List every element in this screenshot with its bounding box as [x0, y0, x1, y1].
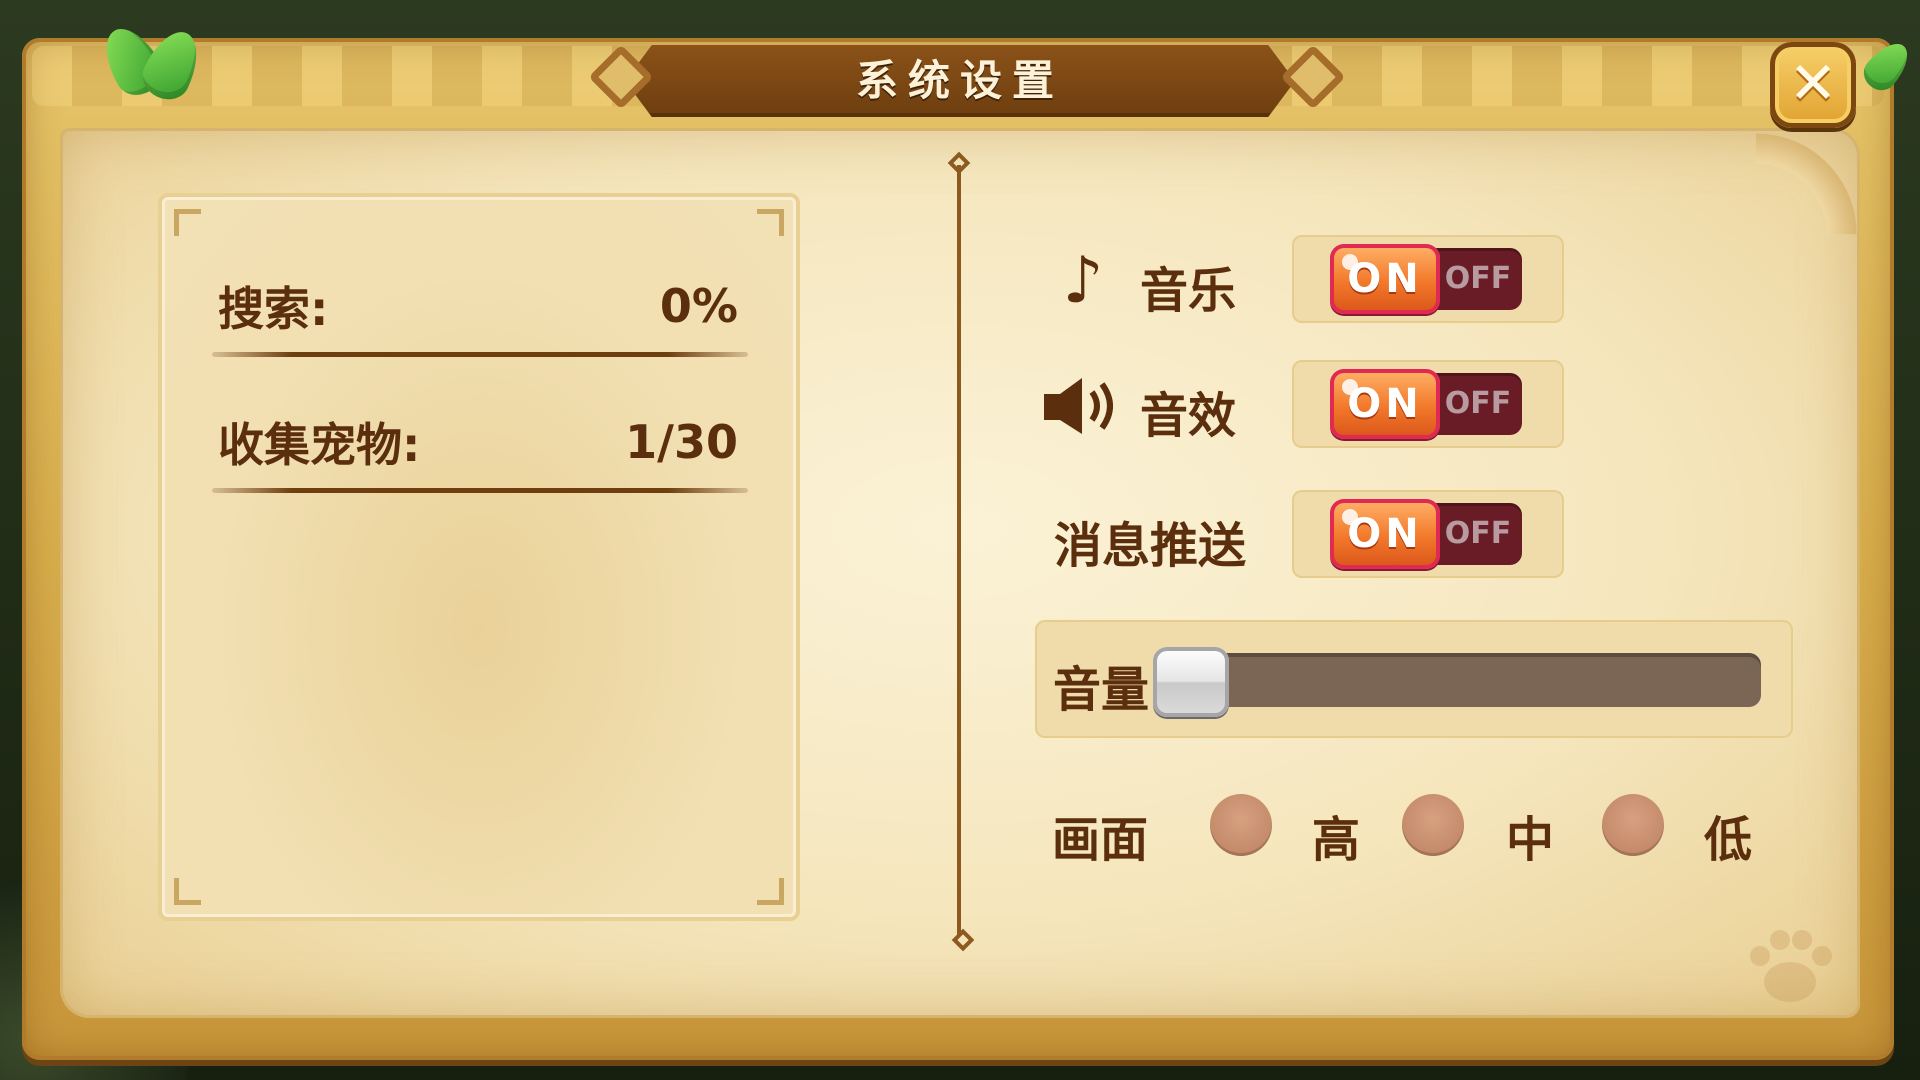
stat-label: 收集宠物: [218, 418, 421, 472]
stat-row-pets: 收集宠物: 1/30 [212, 403, 748, 493]
volume-slider-thumb[interactable] [1153, 647, 1229, 717]
volume-panel: 音量 [1035, 620, 1793, 738]
vertical-divider [957, 165, 961, 935]
toggle-container: ON OFF [1292, 490, 1564, 578]
toggle-container: ON OFF [1292, 360, 1564, 448]
music-toggle[interactable]: ON OFF [1330, 244, 1522, 314]
game-background: 系统设置 ✕ 搜索: 0% 收集宠物: 1/30 ♪ 音乐 ON OFF 音效 … [0, 0, 1920, 1080]
graphics-option-label: 中 [1506, 812, 1555, 868]
graphics-high-radio[interactable] [1210, 794, 1272, 856]
paw-print-icon [1750, 930, 1832, 1002]
music-note-icon: ♪ [1062, 244, 1104, 318]
panel-corner [757, 878, 784, 905]
dialog-title: 系统设置 [855, 56, 1064, 105]
stat-row-search: 搜索: 0% [212, 267, 748, 357]
volume-label: 音量 [1053, 662, 1150, 718]
toggle-off-label: OFF [1444, 386, 1512, 421]
close-button[interactable]: ✕ [1770, 42, 1856, 128]
speaker-icon [1044, 378, 1113, 434]
stat-value: 0% [659, 279, 738, 333]
toggle-off-label: OFF [1444, 516, 1512, 551]
stat-label: 搜索: [218, 282, 329, 336]
setting-row-music: ♪ 音乐 ON OFF [1040, 235, 1570, 327]
graphics-label: 画面 [1052, 812, 1149, 868]
setting-row-sound: 音效 ON OFF [1040, 360, 1570, 452]
toggle-container: ON OFF [1292, 235, 1564, 323]
stats-panel: 搜索: 0% 收集宠物: 1/30 [158, 193, 800, 921]
toggle-on-label: ON [1330, 244, 1440, 314]
toggle-on-label: ON [1330, 369, 1440, 439]
graphics-medium-radio[interactable] [1402, 794, 1464, 856]
panel-corner [757, 209, 784, 236]
graphics-low-radio[interactable] [1602, 794, 1664, 856]
panel-corner [174, 209, 201, 236]
toggle-on-label: ON [1330, 499, 1440, 569]
push-toggle[interactable]: ON OFF [1330, 499, 1522, 569]
volume-slider[interactable] [1153, 647, 1761, 717]
divider [212, 352, 748, 357]
stat-value: 1/30 [625, 415, 738, 469]
setting-label: 消息推送 [1054, 518, 1247, 574]
setting-label: 音乐 [1140, 263, 1237, 319]
divider [212, 488, 748, 493]
sound-toggle[interactable]: ON OFF [1330, 369, 1522, 439]
setting-row-push: 消息推送 ON OFF [1040, 490, 1570, 582]
panel-corner [174, 878, 201, 905]
toggle-off-label: OFF [1444, 261, 1512, 296]
setting-label: 音效 [1140, 388, 1237, 444]
graphics-option-label: 低 [1704, 812, 1753, 868]
graphics-option-label: 高 [1312, 812, 1361, 868]
graphics-quality-row: 画面 高 中 低 [1050, 790, 1770, 870]
close-x-icon: ✕ [1788, 49, 1838, 117]
page-curl [1756, 124, 1866, 234]
